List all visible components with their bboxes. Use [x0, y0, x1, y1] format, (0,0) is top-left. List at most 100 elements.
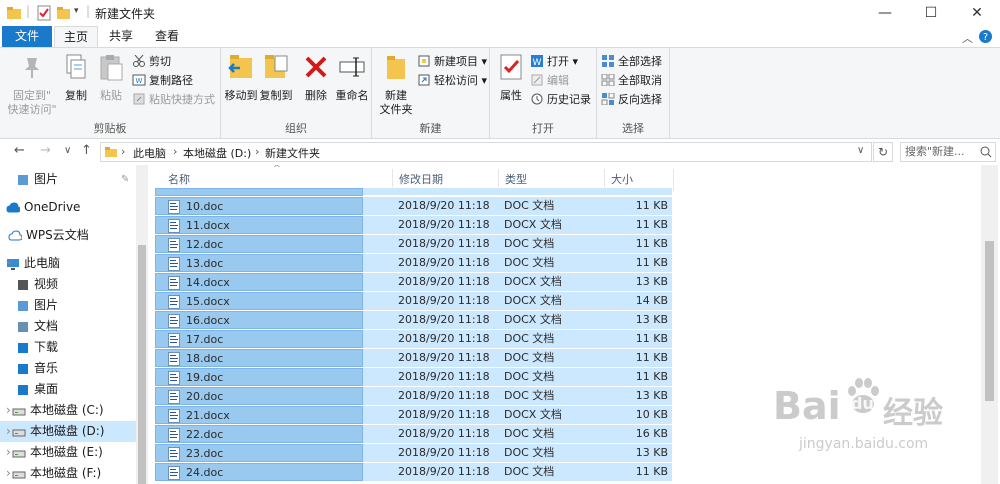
nav-item[interactable]: 下载 [0, 337, 148, 358]
move-to-button[interactable]: 移动到 [223, 52, 259, 103]
copy-path-icon: W [132, 74, 146, 86]
delete-button[interactable]: 删除 [300, 52, 332, 103]
nav-item[interactable]: ⌄ 此电脑 [0, 253, 148, 274]
paste-button[interactable]: 粘贴 [95, 52, 127, 103]
table-row-partial[interactable] [155, 187, 672, 196]
file-size: 16 KB [635, 427, 668, 440]
nav-item[interactable]: 桌面 [0, 379, 148, 400]
minimize-button[interactable]: — [862, 0, 908, 26]
breadcrumb-new-folder[interactable]: 新建文件夹 [265, 145, 320, 161]
file-type: DOC 文档 [504, 332, 555, 345]
table-row[interactable]: 15.docx 2018/9/20 11:18 DOCX 文档 14 KB [155, 291, 672, 310]
nav-item[interactable]: OneDrive [0, 197, 148, 218]
up-arrow-icon[interactable]: ↑ [81, 143, 92, 158]
file-date: 2018/9/20 11:18 [398, 351, 490, 364]
breadcrumb-this-pc[interactable]: 此电脑 [133, 145, 166, 161]
organize-group-label: 组织 [285, 122, 307, 135]
new-item-button[interactable]: 新建项目 ▾ [417, 52, 487, 71]
rename-button[interactable]: 重命名 [334, 52, 370, 103]
address-dropdown-icon[interactable]: ∨ [857, 145, 864, 156]
table-row[interactable]: 13.doc 2018/9/20 11:18 DOC 文档 11 KB [155, 253, 672, 272]
table-row[interactable]: 21.docx 2018/9/20 11:18 DOCX 文档 10 KB [155, 405, 672, 424]
pictures-icon [18, 301, 28, 311]
maximize-button[interactable]: ☐ [908, 0, 954, 26]
properties-quick-icon[interactable] [36, 5, 52, 21]
expand-chevron-icon[interactable]: › [6, 400, 11, 421]
select-none-button[interactable]: 全部取消 [601, 71, 662, 90]
table-row[interactable]: 17.doc 2018/9/20 11:18 DOC 文档 11 KB [155, 329, 672, 348]
table-row[interactable]: 22.doc 2018/9/20 11:18 DOC 文档 16 KB [155, 424, 672, 443]
pin-quick-access-button[interactable]: 固定到" 快速访问" [4, 52, 60, 117]
name-cell: 20.doc [155, 387, 363, 405]
table-row[interactable]: 23.doc 2018/9/20 11:18 DOC 文档 13 KB [155, 443, 672, 462]
back-arrow-icon[interactable]: ← [14, 143, 25, 158]
breadcrumb-drive-d[interactable]: 本地磁盘 (D:) [183, 145, 251, 161]
file-name: 11.docx [186, 219, 230, 232]
nav-scrollbar-thumb[interactable] [138, 245, 146, 484]
open-button[interactable]: W 打开 ▾ [530, 52, 578, 71]
paste-icon [100, 55, 123, 81]
cut-button[interactable]: 剪切 [132, 52, 171, 71]
new-folder-quick-icon[interactable] [56, 5, 72, 21]
table-row[interactable]: 19.doc 2018/9/20 11:18 DOC 文档 11 KB [155, 367, 672, 386]
customize-quick-access-icon[interactable]: ▾ [74, 6, 79, 22]
expand-chevron-icon[interactable]: › [6, 421, 11, 442]
file-type: DOC 文档 [504, 446, 555, 459]
table-row[interactable]: 16.docx 2018/9/20 11:18 DOCX 文档 13 KB [155, 310, 672, 329]
address-bar[interactable]: › 此电脑 › 本地磁盘 (D:) › 新建文件夹 ∨ [100, 142, 872, 162]
collapse-ribbon-icon[interactable]: ︿ [962, 30, 973, 46]
edit-button[interactable]: 编辑 [530, 71, 569, 90]
nav-item[interactable]: › 本地磁盘 (E:) [0, 442, 148, 463]
tab-home[interactable]: 主页 [54, 26, 98, 47]
tab-share[interactable]: 共享 [100, 26, 142, 47]
expand-chevron-icon[interactable]: › [6, 442, 11, 463]
forward-arrow-icon[interactable]: → [40, 143, 51, 158]
name-cell: 15.docx [155, 292, 363, 310]
word-document-icon [168, 409, 180, 423]
nav-item[interactable]: 图片 ✎ [0, 169, 148, 190]
nav-item[interactable]: › 本地磁盘 (D:) [0, 421, 148, 442]
table-row[interactable]: 11.docx 2018/9/20 11:18 DOCX 文档 11 KB [155, 215, 672, 234]
nav-item[interactable]: › 本地磁盘 (F:) [0, 463, 148, 484]
copy-button[interactable]: 复制 [60, 52, 92, 103]
file-name: 24.doc [186, 466, 224, 479]
tab-file[interactable]: 文件 [2, 26, 52, 47]
invert-selection-button[interactable]: 反向选择 [601, 90, 662, 109]
nav-item[interactable]: WPS云文档 [0, 225, 148, 246]
copy-path-button[interactable]: W 复制路径 [132, 71, 193, 90]
table-row[interactable]: 10.doc 2018/9/20 11:18 DOC 文档 11 KB [155, 196, 672, 215]
name-cell: 24.doc [155, 463, 363, 481]
nav-item[interactable]: 视频 [0, 274, 148, 295]
collapse-chevron-icon[interactable]: ⌄ [4, 250, 14, 271]
history-button[interactable]: 历史记录 [530, 90, 591, 109]
expand-chevron-icon[interactable]: › [6, 463, 11, 484]
nav-item[interactable]: › 本地磁盘 (C:) [0, 400, 148, 421]
word-document-icon [168, 238, 180, 252]
nav-scrollbar[interactable] [136, 165, 148, 484]
properties-button[interactable]: 属性 [494, 52, 528, 103]
name-cell: 17.doc [155, 330, 363, 348]
refresh-icon[interactable]: ↻ [873, 142, 893, 162]
table-row[interactable]: 20.doc 2018/9/20 11:18 DOC 文档 13 KB [155, 386, 672, 405]
table-row[interactable]: 18.doc 2018/9/20 11:18 DOC 文档 11 KB [155, 348, 672, 367]
table-row[interactable]: 14.docx 2018/9/20 11:18 DOCX 文档 13 KB [155, 272, 672, 291]
file-name: 19.doc [186, 371, 224, 384]
search-icon[interactable] [980, 146, 992, 158]
nav-item[interactable]: 音乐 [0, 358, 148, 379]
easy-access-button[interactable]: 轻松访问 ▾ [417, 71, 487, 90]
file-size: 14 KB [635, 294, 668, 307]
nav-item[interactable]: 文档 [0, 316, 148, 337]
paste-shortcut-button[interactable]: 粘贴快捷方式 [132, 90, 215, 109]
copy-to-button[interactable]: 复制到 [258, 52, 294, 103]
select-all-button[interactable]: 全部选择 [601, 52, 662, 71]
new-folder-button[interactable]: 新建 文件夹 [376, 52, 416, 117]
tab-view[interactable]: 查看 [146, 26, 188, 47]
table-row[interactable]: 24.doc 2018/9/20 11:18 DOC 文档 11 KB [155, 462, 672, 481]
nav-item[interactable]: 图片 [0, 295, 148, 316]
sort-ascending-icon: ^ [273, 165, 281, 174]
separator: | [86, 4, 91, 18]
table-row[interactable]: 12.doc 2018/9/20 11:18 DOC 文档 11 KB [155, 234, 672, 253]
recent-locations-icon[interactable]: ∨ [64, 145, 71, 156]
close-button[interactable]: ✕ [954, 0, 1000, 26]
help-icon[interactable]: ? [978, 29, 993, 44]
